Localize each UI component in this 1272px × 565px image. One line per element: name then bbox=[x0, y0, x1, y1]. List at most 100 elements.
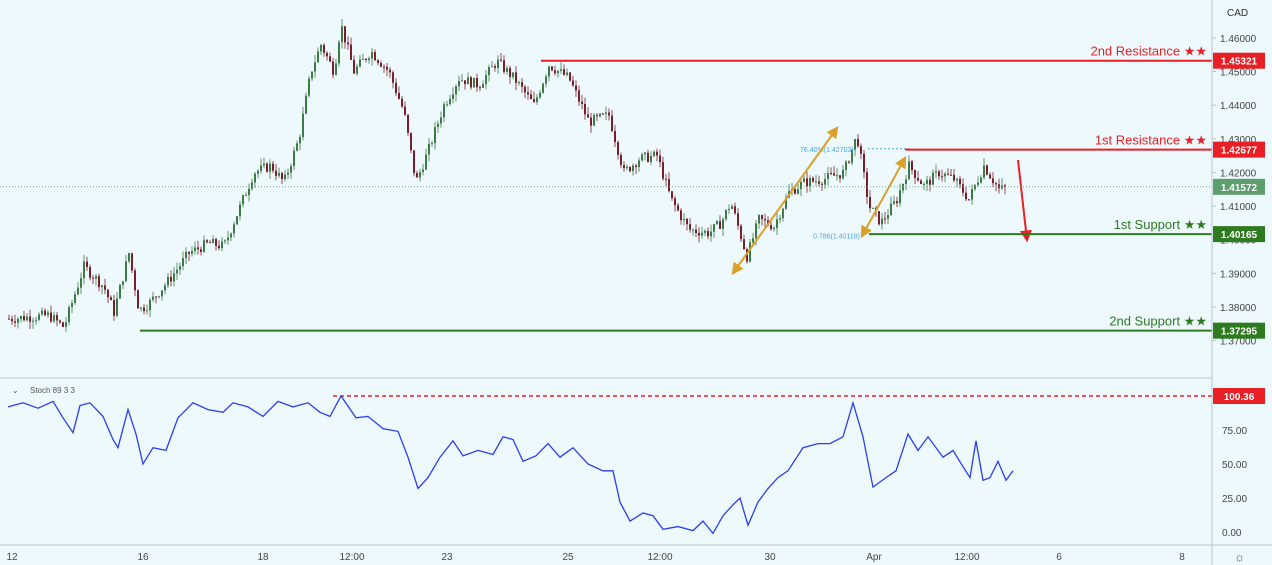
candle-body bbox=[884, 218, 886, 220]
candle-body bbox=[383, 66, 385, 68]
candle-body bbox=[440, 117, 442, 124]
candle-body bbox=[140, 307, 142, 309]
candle-body bbox=[314, 62, 316, 72]
candle-body bbox=[362, 58, 364, 60]
price-tick-label: 1.45000 bbox=[1220, 68, 1257, 79]
candle-body bbox=[146, 310, 148, 312]
forex-chart[interactable]: 1.370001.380001.390001.400001.410001.420… bbox=[0, 0, 1272, 565]
candle-body bbox=[650, 155, 652, 162]
candle-body bbox=[917, 178, 919, 181]
candle-body bbox=[500, 59, 502, 61]
candle-body bbox=[794, 189, 796, 194]
candle-body bbox=[56, 315, 58, 321]
candle-body bbox=[938, 171, 940, 177]
candle-body bbox=[404, 106, 406, 115]
candle-body bbox=[845, 161, 847, 170]
candle-body bbox=[944, 173, 946, 177]
candle-body bbox=[494, 66, 496, 69]
candle-body bbox=[149, 299, 151, 311]
candle-body bbox=[827, 173, 829, 180]
candle-body bbox=[839, 175, 841, 179]
time-tick-label: 25 bbox=[562, 552, 574, 563]
candle-body bbox=[266, 163, 268, 172]
candle-body bbox=[887, 215, 889, 219]
candle-body bbox=[305, 95, 307, 114]
candle-body bbox=[482, 84, 484, 88]
candle-body bbox=[413, 150, 415, 174]
candle-body bbox=[683, 218, 685, 221]
candle-body bbox=[725, 210, 727, 220]
candle-body bbox=[209, 242, 211, 244]
candle-body bbox=[59, 320, 61, 323]
candle-body bbox=[275, 170, 277, 176]
time-tick-label: 8 bbox=[1179, 552, 1185, 563]
candle-body bbox=[611, 115, 613, 132]
candle-body bbox=[815, 181, 817, 183]
price-tick-label: 1.38000 bbox=[1220, 303, 1257, 314]
candle-body bbox=[245, 195, 247, 197]
candle-body bbox=[35, 319, 37, 321]
candle-body bbox=[608, 112, 610, 116]
candle-body bbox=[599, 113, 601, 117]
candle-body bbox=[335, 63, 337, 75]
candle-body bbox=[686, 218, 688, 225]
candle-body bbox=[284, 174, 286, 179]
candle-body bbox=[551, 66, 553, 71]
candle-body bbox=[473, 77, 475, 88]
candle-body bbox=[83, 261, 85, 279]
candle-body bbox=[107, 289, 109, 298]
candle-body bbox=[287, 172, 289, 175]
candle-body bbox=[338, 42, 340, 64]
candle-body bbox=[278, 172, 280, 176]
candle-body bbox=[689, 224, 691, 230]
candle-body bbox=[179, 266, 181, 270]
candle-body bbox=[347, 42, 349, 45]
candle-body bbox=[512, 72, 514, 77]
candle-body bbox=[50, 312, 52, 322]
stoch-collapse-icon[interactable]: ⌄ bbox=[12, 386, 19, 395]
candle-body bbox=[899, 190, 901, 204]
candle-body bbox=[953, 174, 955, 181]
candle-body bbox=[869, 196, 871, 209]
candle-body bbox=[467, 77, 469, 85]
candle-body bbox=[173, 273, 175, 282]
time-tick-label: 30 bbox=[764, 552, 776, 563]
candle-body bbox=[8, 318, 10, 320]
candle-body bbox=[962, 184, 964, 193]
candle-body bbox=[161, 290, 163, 297]
candle-body bbox=[443, 104, 445, 118]
candle-body bbox=[80, 278, 82, 288]
current-price-value: 1.41572 bbox=[1221, 183, 1258, 194]
candle-body bbox=[329, 56, 331, 62]
candle-body bbox=[260, 165, 262, 171]
candle-body bbox=[269, 163, 271, 172]
settings-icon[interactable]: ☼ bbox=[1234, 550, 1245, 564]
candle-body bbox=[680, 210, 682, 221]
candle-body bbox=[257, 170, 259, 174]
candle-body bbox=[872, 207, 874, 209]
candle-body bbox=[434, 127, 436, 144]
candle-body bbox=[203, 240, 205, 252]
candle-body bbox=[437, 123, 439, 128]
candle-body bbox=[695, 229, 697, 234]
candle-body bbox=[503, 60, 505, 72]
candle-body bbox=[497, 59, 499, 69]
candle-body bbox=[155, 296, 157, 298]
candle-body bbox=[134, 270, 136, 291]
candle-body bbox=[431, 143, 433, 145]
candle-body bbox=[977, 182, 979, 185]
candle-body bbox=[626, 166, 628, 169]
candle-body bbox=[29, 316, 31, 322]
candle-body bbox=[731, 206, 733, 209]
candle-body bbox=[935, 171, 937, 173]
candle-body bbox=[218, 245, 220, 249]
time-tick-label: 6 bbox=[1056, 552, 1062, 563]
currency-label: CAD bbox=[1227, 8, 1248, 19]
candle-body bbox=[128, 253, 130, 262]
candle-body bbox=[470, 77, 472, 88]
candle-body bbox=[449, 98, 451, 105]
candle-body bbox=[968, 199, 970, 201]
candle-body bbox=[740, 225, 742, 240]
candle-body bbox=[137, 290, 139, 309]
candle-body bbox=[821, 183, 823, 185]
